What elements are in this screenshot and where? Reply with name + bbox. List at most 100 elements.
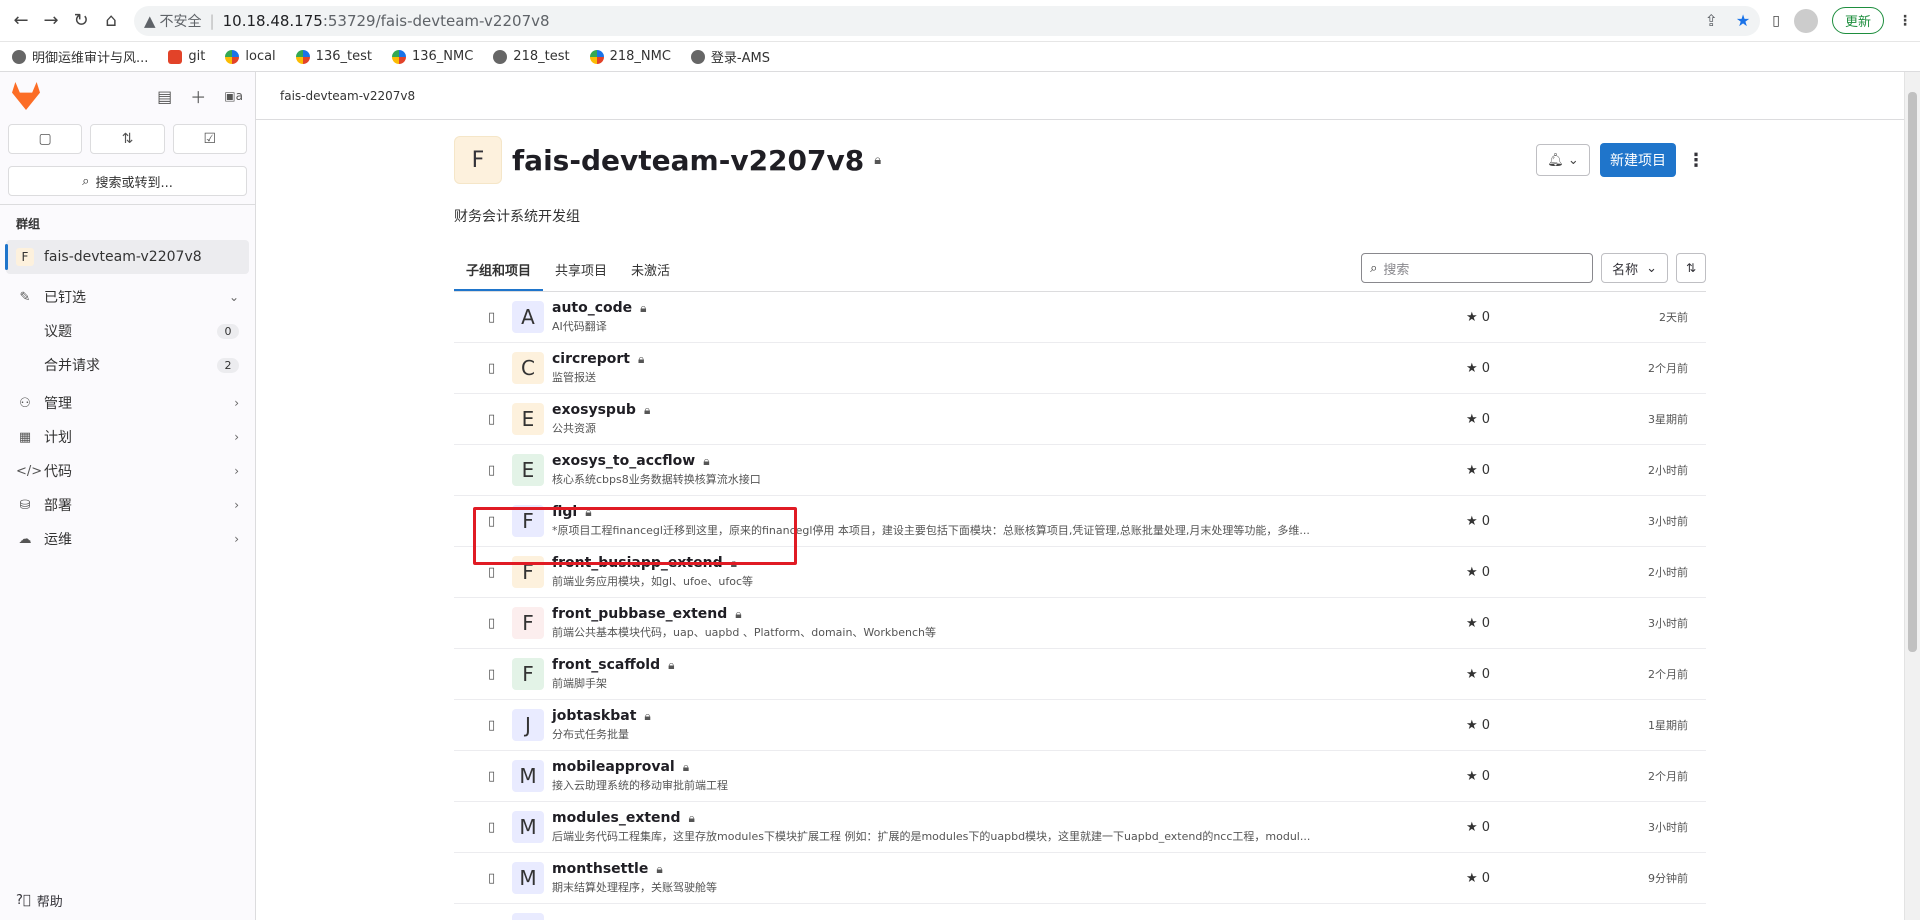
scrollbar[interactable] [1904, 72, 1920, 920]
sort-direction-button[interactable]: ⇅ [1676, 253, 1706, 283]
notification-dropdown[interactable]: 🔔︎ ⌄ [1536, 144, 1590, 176]
user-avatar[interactable]: ▣a [224, 89, 243, 103]
bookmark-item[interactable]: 136_NMC [391, 49, 474, 64]
sidebar-item-issues[interactable]: 议题 0 [0, 314, 255, 348]
nacos-icon [225, 49, 240, 64]
project-type-icon: ▯ [488, 411, 496, 427]
updated-time: 3小时前 [1648, 617, 1688, 630]
back-icon[interactable]: ← [8, 8, 34, 34]
main-content: fais-devteam-v2207v8 F fais-devteam-v220… [256, 72, 1920, 920]
star-count: ★ 0 [1466, 667, 1606, 682]
plus-icon[interactable]: ＋ [190, 84, 206, 108]
tab-subgroups-projects[interactable]: 子组和项目 [454, 260, 544, 291]
more-actions-icon[interactable]: ⋮ [1686, 150, 1706, 171]
sidebar-item-label: 合并请求 [44, 358, 100, 374]
tab-shared-projects[interactable]: 共享项目 [543, 260, 619, 291]
bookmark-item[interactable]: 218_test [493, 49, 570, 64]
project-type-icon: ▯ [488, 819, 496, 835]
star-icon: ★ [1466, 309, 1478, 325]
sidebar-item-deploy[interactable]: ⛁ 部署 › [0, 488, 255, 522]
sidebar-item-plan[interactable]: ▦ 计划 › [0, 420, 255, 454]
project-name-link[interactable]: exosys_to_accflow [552, 453, 695, 469]
address-bar[interactable]: ▲ 不安全 | 10.18.48.175:53729/fais-devteam-… [134, 5, 1761, 36]
project-row[interactable]: ▯ Ffront_scaffold 🔒︎ 前端脚手架 ★ 0 2个月前 [454, 649, 1706, 700]
project-row[interactable]: ▯ Eexosys_to_accflow 🔒︎ 核心系统cbps8业务数据转换核算流水… [454, 445, 1706, 496]
sidebar-item-operate[interactable]: ☁ 运维 › [0, 522, 255, 556]
sidebar-item-manage[interactable]: ⚇ 管理 › [0, 386, 255, 420]
bookmark-star-icon[interactable]: ★ [1736, 11, 1750, 30]
forward-icon[interactable]: → [38, 8, 64, 34]
lock-icon: 🔒︎ [643, 402, 651, 417]
project-name-link[interactable]: auto_code [552, 300, 632, 316]
scrollbar-thumb[interactable] [1908, 92, 1917, 652]
project-avatar: C [512, 352, 544, 384]
project-row[interactable]: ▯ Mmonthsettle 🔒︎ 期末结算处理程序，关账驾驶舱等 ★ 0 9分钟前 [454, 853, 1706, 904]
breadcrumb-item[interactable]: fais-devteam-v2207v8 [280, 89, 415, 103]
search-input[interactable]: ⌕ 搜索 [1361, 253, 1594, 283]
project-name-link[interactable]: jobtaskbat [552, 708, 636, 724]
help-button[interactable]: ?⃝ 帮助 [16, 891, 63, 910]
merge-request-shortcut-icon[interactable]: ⇅ [90, 124, 165, 154]
bookmark-label: 136_NMC [411, 49, 474, 64]
chevron-right-icon: › [234, 464, 239, 478]
bookmark-item[interactable]: 136_test [295, 49, 372, 64]
new-project-button[interactable]: 新建项目 [1600, 143, 1676, 177]
project-name-link[interactable]: modules_extend [552, 810, 681, 826]
project-name-link[interactable]: exosyspub [552, 402, 636, 418]
project-row[interactable]: ▯ Ccircreport 🔒︎ 监管报送 ★ 0 2个月前 [454, 343, 1706, 394]
sidebar-item-group[interactable]: F fais-devteam-v2207v8 [5, 240, 249, 274]
bookmark-item[interactable]: 登录-AMS [690, 47, 770, 66]
project-name-link[interactable]: front_pubbase_extend [552, 606, 727, 622]
insecure-label: 不安全 [159, 13, 202, 30]
issues-shortcut-icon[interactable]: ▢ [8, 124, 83, 154]
bookmark-item[interactable]: git [168, 49, 205, 64]
update-button[interactable]: 更新 [1831, 7, 1884, 34]
gitlab-logo-icon[interactable] [12, 82, 40, 110]
project-name-link[interactable]: monthsettle [552, 861, 648, 877]
search-button[interactable]: ⌕ 搜索或转到... [8, 166, 247, 196]
star-count: ★ 0 [1466, 514, 1606, 529]
project-row[interactable]: ▯Nnmc🔒︎★ [454, 904, 1706, 920]
project-row[interactable]: ▯ Eexosyspub 🔒︎ 公共资源 ★ 0 3星期前 [454, 394, 1706, 445]
lock-icon: 🔒︎ [703, 453, 710, 468]
project-name-link[interactable]: circreport [552, 351, 630, 367]
project-row[interactable]: ▯ Aauto_code 🔒︎ AI代码翻译 ★ 0 2天前 [454, 292, 1706, 343]
star-count: ★ 0 [1466, 412, 1606, 427]
project-description: AI代码翻译 [552, 320, 607, 333]
project-row[interactable]: ▯ Jjobtaskbat 🔒︎ 分布式任务批量 ★ 0 1星期前 [454, 700, 1706, 751]
project-name-link[interactable]: mobileapproval [552, 759, 675, 775]
star-count-value: 0 [1481, 717, 1491, 733]
bookmark-item[interactable]: 218_NMC [589, 49, 671, 64]
menu-icon[interactable]: ⋮ [1898, 13, 1912, 29]
sidebar-item-pinned[interactable]: ✎ 已钉选 ⌄ [0, 280, 255, 314]
highlight-box [473, 507, 797, 565]
share-icon[interactable]: ⇪ [1705, 11, 1718, 30]
reload-icon[interactable]: ↻ [68, 8, 94, 34]
project-row[interactable]: ▯ Ffront_pubbase_extend 🔒︎ 前端公共基本模块代码，uap、u… [454, 598, 1706, 649]
globe-icon [493, 49, 508, 64]
star-count: ★ 0 [1466, 718, 1606, 733]
project-description: 前端脚手架 [552, 677, 607, 690]
star-icon: ★ [1466, 411, 1478, 427]
bookmark-item[interactable]: 明御运维审计与风... [12, 47, 148, 66]
project-name-link[interactable]: front_scaffold [552, 657, 660, 673]
project-row[interactable]: ▯ Mmobileapproval 🔒︎ 接入云助理系统的移动审批前端工程 ★ 0 2个月… [454, 751, 1706, 802]
tab-inactive[interactable]: 未激活 [619, 260, 682, 291]
home-icon[interactable]: ⌂ [98, 8, 124, 34]
chevron-down-icon: ⌄ [1567, 152, 1579, 168]
profile-avatar[interactable] [1793, 8, 1818, 33]
sidebar-item-merge-requests[interactable]: 合并请求 2 [0, 348, 255, 382]
sidebar-item-code[interactable]: </> 代码 › [0, 454, 255, 488]
browser-toolbar: ← → ↻ ⌂ ▲ 不安全 | 10.18.48.175:53729/fais-… [0, 0, 1920, 42]
sort-dropdown[interactable]: 名称 ⌄ [1601, 253, 1668, 283]
bookmark-item[interactable]: local [225, 49, 276, 64]
collapse-sidebar-icon[interactable]: ▤ [157, 87, 172, 106]
todo-shortcut-icon[interactable]: ☑ [172, 124, 247, 154]
project-avatar: M [512, 760, 544, 792]
side-panel-icon[interactable]: ▯ [1772, 13, 1780, 29]
gitlab-icon [168, 49, 183, 64]
count-badge: 0 [217, 323, 239, 339]
updated-time: 2天前 [1659, 311, 1688, 324]
project-row[interactable]: ▯ Mmodules_extend 🔒︎ 后端业务代码工程集库，这里存放modules… [454, 802, 1706, 853]
url-host: 10.18.48.175 [222, 11, 323, 30]
